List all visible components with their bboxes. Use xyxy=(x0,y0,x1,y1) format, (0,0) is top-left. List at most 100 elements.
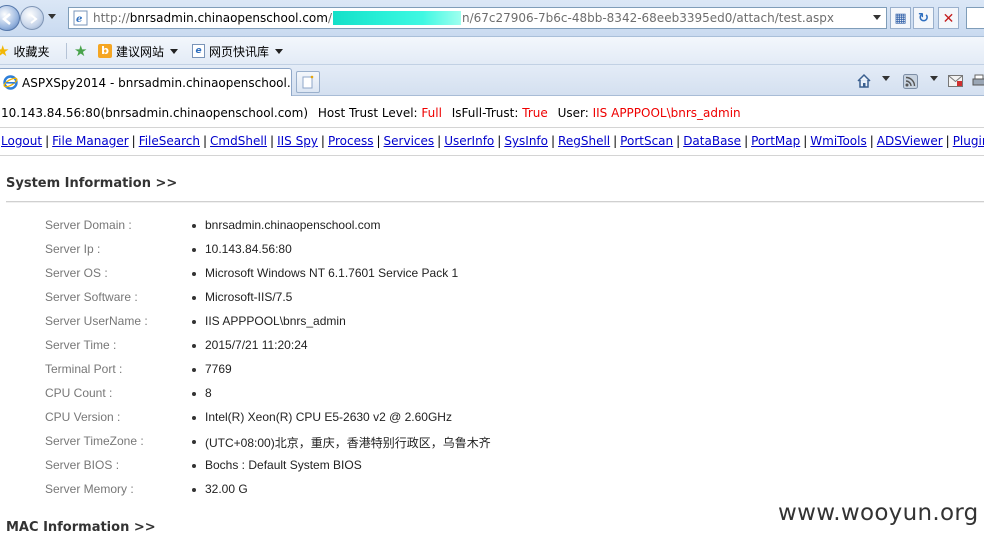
redaction-mark xyxy=(333,11,461,25)
bullet-icon xyxy=(192,224,196,228)
history-dropdown-icon[interactable] xyxy=(48,14,56,19)
info-value: 10.143.84.56:80 xyxy=(205,242,292,256)
info-label: Server Memory : xyxy=(45,482,134,496)
menu-link-pluginloader[interactable]: PluginLoader xyxy=(953,134,984,148)
compat-icon: ▦ xyxy=(894,10,907,25)
bullet-icon xyxy=(192,392,196,396)
favorites-button[interactable]: ★ 收藏夹 xyxy=(0,37,49,65)
table-row: Server BIOS : Bochs : Default System BIOS xyxy=(0,454,984,478)
forward-button[interactable] xyxy=(20,6,44,30)
menu-separator: | xyxy=(869,134,874,148)
bullet-icon xyxy=(192,344,196,348)
feeds-dropdown-icon[interactable] xyxy=(930,76,938,81)
url-host: bnrsadmin.chinaopenschool.com xyxy=(129,11,328,25)
menu-separator: | xyxy=(803,134,808,148)
divider xyxy=(6,201,984,203)
menu-link-process[interactable]: Process xyxy=(328,134,374,148)
main-menu: Logout | File Manager | FileSearch | CmdShell |… xyxy=(1,134,984,150)
web-slice-gallery-button[interactable]: e 网页快讯库 xyxy=(192,37,284,65)
favorites-bar: ★ 收藏夹 ★ b 建议网站 e 网页快讯库 xyxy=(0,37,984,65)
host-address: 10.143.84.56:80(bnrsadmin.chinaopenschoo… xyxy=(1,106,309,120)
address-toolbar: e http://bnrsadmin.chinaopenschool.com / n… xyxy=(0,0,984,37)
mail-icon xyxy=(948,74,963,87)
table-row: Server OS : Microsoft Windows NT 6.1.7601… xyxy=(0,262,984,286)
menu-separator: | xyxy=(320,134,325,148)
info-label: Server UserName : xyxy=(45,314,148,328)
menu-link-sysinfo[interactable]: SysInfo xyxy=(504,134,548,148)
search-input[interactable] xyxy=(966,7,984,29)
info-value: Bochs : Default System BIOS xyxy=(205,458,362,472)
stop-button[interactable]: ✕ xyxy=(938,7,959,29)
menu-link-regshell[interactable]: RegShell xyxy=(558,134,610,148)
menu-link-adsviewer[interactable]: ADSViewer xyxy=(877,134,943,148)
back-button[interactable] xyxy=(0,5,20,31)
full-trust-label: IsFull-Trust: xyxy=(451,106,519,120)
refresh-button[interactable]: ↻ xyxy=(913,7,934,29)
arrow-left-icon xyxy=(2,13,11,25)
table-row: Server UserName : IIS APPPOOL\bnrs_admin xyxy=(0,310,984,334)
menu-link-filesearch[interactable]: FileSearch xyxy=(139,134,200,148)
menu-link-portmap[interactable]: PortMap xyxy=(751,134,800,148)
svg-text:e: e xyxy=(76,14,82,25)
menu-link-database[interactable]: DataBase xyxy=(683,134,741,148)
compatibility-view-button[interactable]: ▦ xyxy=(890,7,911,29)
add-star-icon: ★ xyxy=(74,42,88,60)
bullet-icon xyxy=(192,464,196,468)
home-button[interactable] xyxy=(856,70,872,92)
table-row: Terminal Port : 7769 xyxy=(0,358,984,382)
menu-link-wmitools[interactable]: WmiTools xyxy=(810,134,866,148)
menu-link-iis-spy[interactable]: IIS Spy xyxy=(277,134,318,148)
url-scheme: http:// xyxy=(93,11,130,25)
print-button[interactable] xyxy=(972,70,984,92)
menu-link-cmdshell[interactable]: CmdShell xyxy=(210,134,267,148)
bullet-icon xyxy=(192,320,196,324)
info-label: Server Domain : xyxy=(45,218,132,232)
chevron-down-icon xyxy=(275,48,284,54)
tab-aspxspy[interactable]: ASPXSpy2014 - bnrsadmin.chinaopenschool.… xyxy=(0,68,292,96)
info-label: CPU Count : xyxy=(45,386,113,400)
menu-link-logout[interactable]: Logout xyxy=(1,134,42,148)
info-value: 7769 xyxy=(205,362,232,376)
menu-link-file-manager[interactable]: File Manager xyxy=(52,134,129,148)
info-value: 32.00 G xyxy=(205,482,248,496)
menu-link-services[interactable]: Services xyxy=(384,134,435,148)
info-label: Server Time : xyxy=(45,338,117,352)
new-tab-button[interactable] xyxy=(296,71,320,93)
ie-page-icon: e xyxy=(192,44,205,58)
info-label: Server TimeZone : xyxy=(45,434,144,448)
divider xyxy=(0,155,984,156)
url-dropdown-icon[interactable] xyxy=(873,15,881,20)
info-value: 2015/7/21 11:20:24 xyxy=(205,338,308,352)
divider xyxy=(0,127,984,128)
bing-icon: b xyxy=(98,44,112,58)
menu-separator: | xyxy=(551,134,556,148)
close-icon: ✕ xyxy=(942,9,955,26)
suggested-sites-label: 建议网站 xyxy=(116,44,165,59)
mail-button[interactable] xyxy=(948,70,963,92)
table-row: Server Domain : bnrsadmin.chinaopenschool… xyxy=(0,214,984,238)
mac-info-title: MAC Information >> xyxy=(6,520,156,535)
bullet-icon xyxy=(192,272,196,276)
ie-logo-icon xyxy=(3,75,18,90)
home-dropdown-icon[interactable] xyxy=(882,76,890,81)
info-label: Server OS : xyxy=(45,266,108,280)
menu-link-portscan[interactable]: PortScan xyxy=(620,134,673,148)
menu-separator: | xyxy=(437,134,442,148)
info-label: CPU Version : xyxy=(45,410,121,424)
bullet-icon xyxy=(192,440,196,444)
tab-bar: ASPXSpy2014 - bnrsadmin.chinaopenschool.… xyxy=(0,65,984,96)
add-favorite-button[interactable]: ★ xyxy=(74,37,91,65)
menu-separator: | xyxy=(203,134,208,148)
suggested-sites-button[interactable]: b 建议网站 xyxy=(98,37,179,65)
chevron-down-icon xyxy=(170,48,179,54)
menu-link-userinfo[interactable]: UserInfo xyxy=(444,134,494,148)
host-info-line: 10.143.84.56:80(bnrsadmin.chinaopenschoo… xyxy=(1,106,741,122)
menu-separator: | xyxy=(45,134,50,148)
home-icon xyxy=(857,73,871,88)
feeds-button[interactable] xyxy=(903,70,918,92)
table-row: Server Time : 2015/7/21 11:20:24 xyxy=(0,334,984,358)
watermark: www.wooyun.org xyxy=(778,500,979,526)
system-info-title: System Information >> xyxy=(6,176,178,191)
url-input[interactable]: e http://bnrsadmin.chinaopenschool.com / n… xyxy=(68,7,887,29)
url-path-start: / xyxy=(327,11,332,25)
